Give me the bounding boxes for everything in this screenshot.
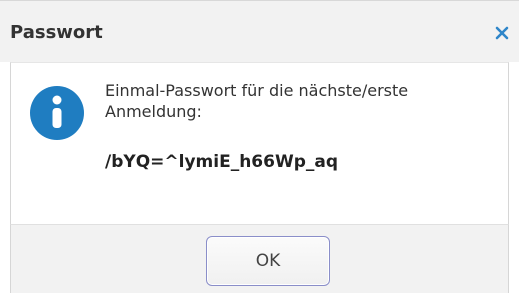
close-icon	[495, 26, 509, 40]
one-time-password: /bYQ=^lymiE_h66Wp_aq	[105, 152, 339, 172]
ok-button[interactable]: OK	[206, 236, 330, 286]
dialog-message: Einmal-Passwort für die nächste/erste An…	[105, 81, 409, 121]
dialog-title: Passwort	[10, 22, 103, 43]
password-dialog: Passwort Einmal-Passwort für die nächste…	[0, 0, 519, 293]
dialog-footer: OK	[10, 224, 509, 293]
dialog-content: Einmal-Passwort für die nächste/erste An…	[10, 62, 509, 224]
ok-button-label: OK	[255, 251, 281, 271]
info-icon	[30, 86, 84, 140]
close-button[interactable]	[490, 21, 514, 45]
dialog-title-bar: Passwort	[0, 0, 519, 62]
